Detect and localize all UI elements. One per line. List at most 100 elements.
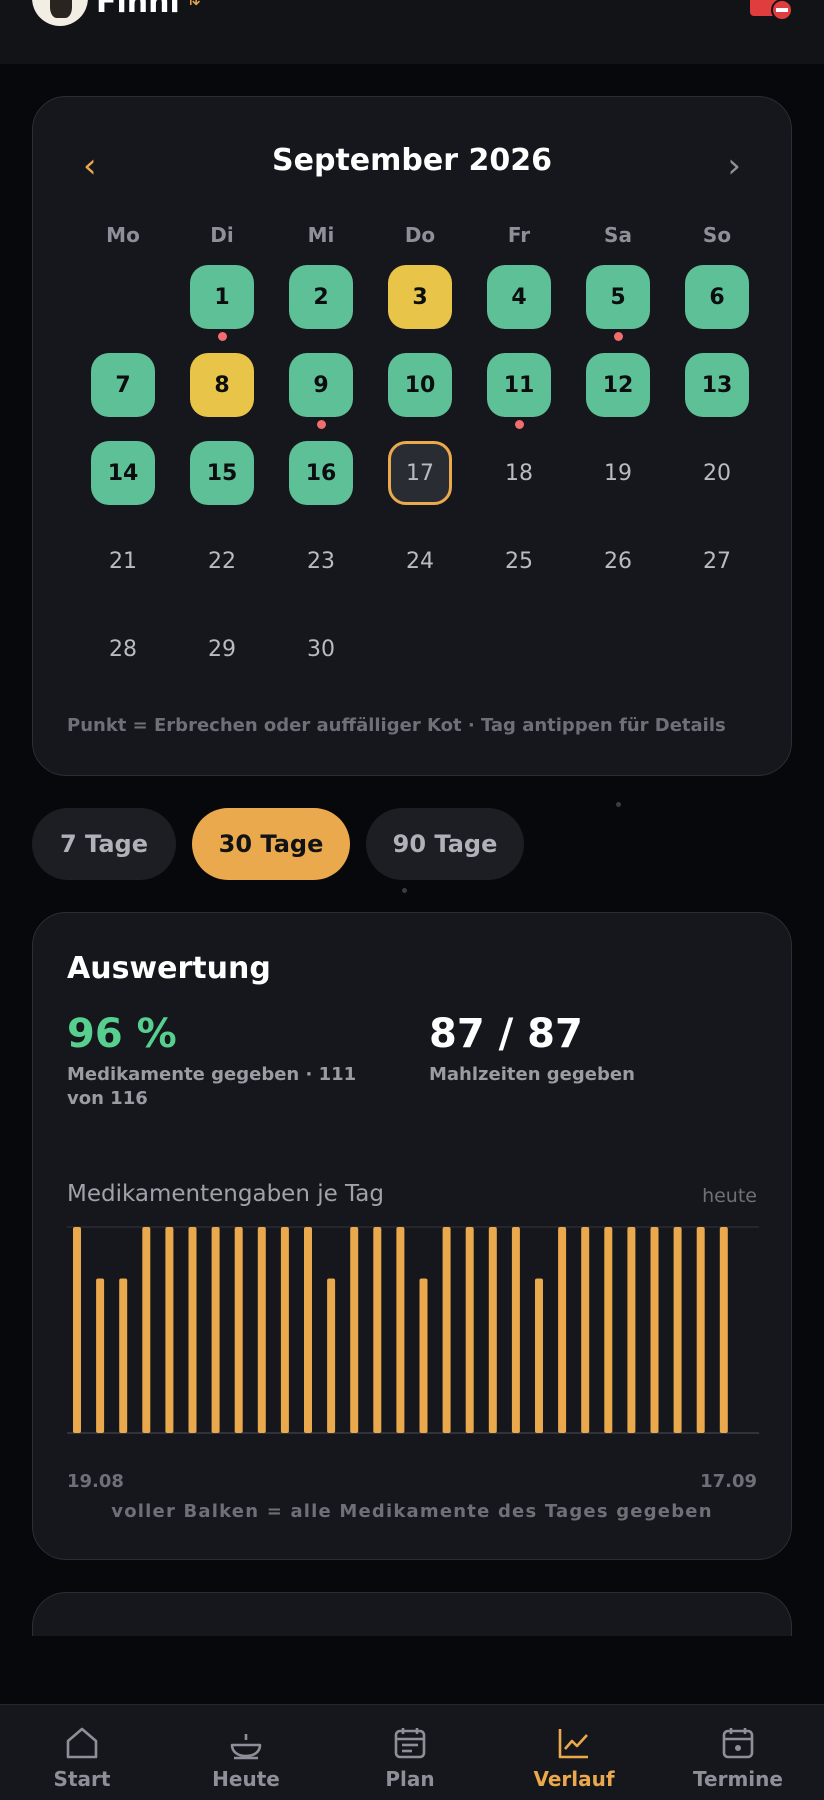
med-bar [373, 1227, 382, 1433]
med-bar [696, 1227, 705, 1433]
calendar-day[interactable]: 20 [685, 441, 749, 505]
incident-dot [614, 332, 623, 341]
calendar-day[interactable]: 12 [586, 353, 650, 417]
axis-end-label: 17.09 [700, 1471, 757, 1492]
range-pill[interactable]: 30 Tage [192, 808, 350, 880]
plan-icon [394, 1728, 426, 1759]
calendar-day[interactable]: 18 [487, 441, 551, 505]
calendar-day[interactable]: 28 [91, 617, 155, 681]
weekday-label: Mi [307, 223, 335, 247]
med-bar [535, 1278, 543, 1433]
chart-title: Medikamentengaben je Tag [67, 1181, 384, 1207]
med-bar [673, 1227, 682, 1433]
med-bar [350, 1227, 359, 1433]
indicator-dot [616, 802, 621, 807]
incident-dot [317, 420, 326, 429]
med-bar [257, 1227, 266, 1433]
med-bar-chart [67, 1226, 759, 1434]
med-bar [442, 1227, 451, 1433]
nav-label: Plan [385, 1767, 435, 1791]
calendar-day[interactable]: 4 [487, 265, 551, 329]
next-month-button[interactable]: › [727, 149, 741, 183]
weekday-label: Mo [106, 223, 140, 247]
calendar-day[interactable]: 3 [388, 265, 452, 329]
med-bar [719, 1227, 728, 1433]
calendar-day[interactable]: 16 [289, 441, 353, 505]
home-icon [66, 1727, 98, 1759]
calendar-day[interactable]: 24 [388, 529, 452, 593]
calendar-card: ‹ September 2026 › Mo Di Mi Do Fr Sa So 123456… [32, 96, 792, 776]
calendar-day[interactable]: 2 [289, 265, 353, 329]
med-bar [304, 1227, 312, 1433]
stats-card: Auswertung 96 % Medikamente gegeben · 11… [32, 912, 792, 1560]
calendar-day[interactable]: 11 [487, 353, 551, 417]
med-bar [234, 1227, 243, 1433]
calendar-day[interactable]: 29 [190, 617, 254, 681]
chart-today-label: heute [702, 1185, 757, 1207]
calendar-icon [722, 1728, 754, 1759]
range-pill[interactable]: 90 Tage [366, 808, 524, 880]
calendar-day[interactable]: 15 [190, 441, 254, 505]
incident-dot [218, 332, 227, 341]
nav-label: Verlauf [533, 1767, 615, 1791]
calendar-day[interactable]: 17 [388, 441, 452, 505]
weekday-label: Sa [604, 223, 632, 247]
calendar-day[interactable]: 23 [289, 529, 353, 593]
med-percent: 96 % [67, 1011, 177, 1057]
alert-icon[interactable] [748, 0, 798, 24]
chart-icon [558, 1729, 588, 1759]
weekday-label: Fr [507, 223, 531, 247]
pet-name[interactable]: Finni [96, 0, 180, 18]
nav-heute[interactable]: Heute [164, 1705, 328, 1800]
calendar-day[interactable]: 1 [190, 265, 254, 329]
top-bar: Finni ⇅ [0, 0, 824, 64]
calendar-day[interactable]: 30 [289, 617, 353, 681]
med-bar [465, 1227, 474, 1433]
axis-start-label: 19.08 [67, 1471, 124, 1492]
weekday-label: Di [210, 223, 234, 247]
calendar-day[interactable]: 10 [388, 353, 452, 417]
med-bar [119, 1278, 128, 1433]
incident-dot [515, 420, 524, 429]
nav-termine[interactable]: Termine [656, 1705, 820, 1800]
calendar-day[interactable]: 22 [190, 529, 254, 593]
calendar-day[interactable]: 13 [685, 353, 749, 417]
med-bar [488, 1227, 497, 1433]
calendar-legend-note: Punkt = Erbrechen oder auffälliger Kot ·… [67, 715, 726, 736]
calendar-day[interactable]: 14 [91, 441, 155, 505]
calendar-day[interactable]: 9 [289, 353, 353, 417]
med-bar [627, 1227, 636, 1433]
stats-title: Auswertung [67, 951, 271, 986]
med-bar [142, 1227, 151, 1433]
content-mask [0, 1636, 824, 1704]
calendar-day[interactable]: 25 [487, 529, 551, 593]
meals-sub: Mahlzeiten gegeben [429, 1064, 635, 1085]
weekday-label: Do [404, 223, 436, 247]
calendar-day[interactable]: 26 [586, 529, 650, 593]
weekday-label: So [702, 223, 732, 247]
pet-avatar[interactable] [32, 0, 88, 26]
calendar-day[interactable]: 27 [685, 529, 749, 593]
med-bar [604, 1227, 613, 1433]
calendar-day[interactable]: 8 [190, 353, 254, 417]
bowl-icon [230, 1734, 262, 1760]
nav-plan[interactable]: Plan [328, 1705, 492, 1800]
nav-verlauf[interactable]: Verlauf [492, 1705, 656, 1800]
nav-label: Start [53, 1767, 111, 1791]
indicator-dot [402, 888, 407, 893]
nav-start[interactable]: Start [0, 1705, 164, 1800]
meals-value: 87 / 87 [429, 1011, 583, 1057]
calendar-day[interactable]: 5 [586, 265, 650, 329]
calendar-day[interactable]: 19 [586, 441, 650, 505]
calendar-day[interactable]: 7 [91, 353, 155, 417]
range-pill[interactable]: 7 Tage [32, 808, 176, 880]
calendar-day[interactable]: 6 [685, 265, 749, 329]
med-bar [280, 1227, 289, 1433]
med-bar [188, 1227, 197, 1433]
calendar-day[interactable]: 21 [91, 529, 155, 593]
med-bar [581, 1227, 590, 1433]
bottom-nav: Start Heute Plan Verlauf Termine [0, 1704, 824, 1800]
swap-arrows-icon[interactable]: ⇅ [186, 0, 201, 10]
med-bar [73, 1227, 81, 1433]
med-sub: Medikamente gegeben · 111 von 116 [67, 1064, 357, 1109]
